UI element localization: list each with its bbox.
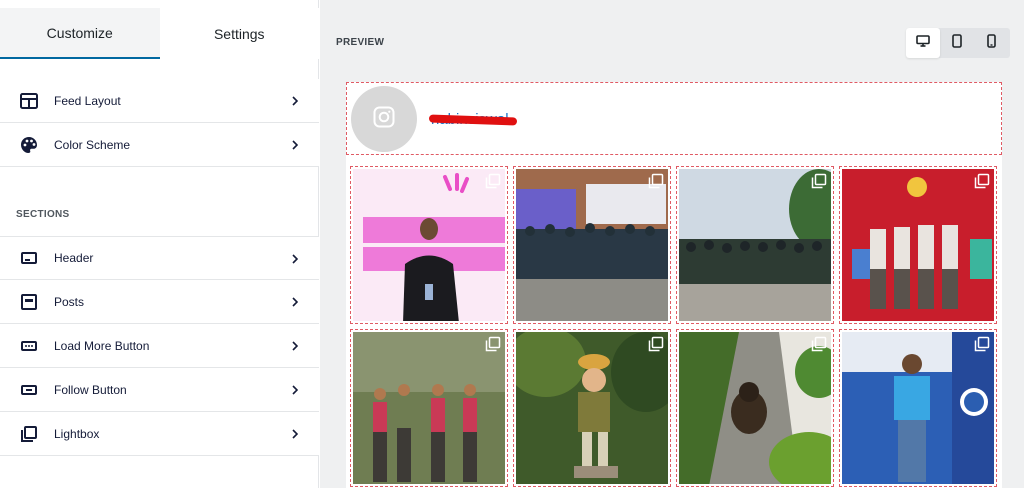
mobile-view-button[interactable] — [974, 28, 1008, 58]
device-toggle — [906, 28, 1010, 58]
chevron-right-icon — [290, 293, 300, 311]
menu-item-posts[interactable]: Posts — [0, 280, 319, 324]
tab-customize[interactable]: Customize — [0, 8, 160, 59]
mobile-icon — [986, 33, 996, 53]
post-image — [842, 332, 994, 484]
multi-image-icon — [485, 173, 501, 189]
multi-image-icon — [485, 336, 501, 352]
chevron-right-icon — [290, 92, 300, 110]
menu-item-lightbox[interactable]: Lightbox — [0, 412, 319, 456]
post-image — [516, 332, 668, 484]
follow-button-icon — [20, 381, 38, 399]
post-image — [353, 332, 505, 484]
feed-header[interactable]: nabinsiswal — [346, 82, 1002, 155]
sidebar-tabs: Customize Settings — [0, 8, 319, 59]
feed-layout-icon — [20, 92, 38, 110]
sections-heading: SECTIONS — [16, 209, 70, 220]
post-tile[interactable] — [350, 329, 508, 487]
multi-image-icon — [974, 173, 990, 189]
post-image — [679, 332, 831, 484]
preview-title: PREVIEW — [336, 37, 385, 48]
multi-image-icon — [974, 336, 990, 352]
multi-image-icon — [811, 336, 827, 352]
palette-icon — [20, 136, 38, 154]
tab-settings[interactable]: Settings — [159, 8, 319, 59]
menu-item-label: Follow Button — [54, 382, 127, 397]
post-tile[interactable] — [676, 166, 834, 324]
posts-grid — [348, 166, 1000, 488]
chevron-right-icon — [290, 425, 300, 443]
lightbox-icon — [20, 425, 38, 443]
desktop-icon — [916, 34, 930, 52]
menu-item-label: Color Scheme — [54, 137, 131, 152]
post-tile[interactable] — [839, 166, 997, 324]
menu-item-load-more-button[interactable]: Load More Button — [0, 324, 319, 368]
posts-icon — [20, 293, 38, 311]
post-image — [679, 169, 831, 321]
chevron-right-icon — [290, 337, 300, 355]
avatar — [351, 86, 417, 152]
post-tile[interactable] — [676, 329, 834, 487]
post-image — [842, 169, 994, 321]
customizer-sidebar: Customize Settings Feed Layout Color Sch… — [0, 0, 319, 488]
app-root: Customize Settings Feed Layout Color Sch… — [0, 0, 1024, 488]
post-image — [353, 169, 505, 321]
multi-image-icon — [648, 336, 664, 352]
chevron-right-icon — [290, 381, 300, 399]
menu-item-header[interactable]: Header — [0, 236, 319, 280]
menu-item-label: Load More Button — [54, 338, 150, 353]
post-image — [516, 169, 668, 321]
chevron-right-icon — [290, 136, 300, 154]
instagram-feed-preview: nabinsiswal — [346, 82, 1002, 488]
desktop-view-button[interactable] — [906, 28, 940, 58]
menu-item-feed-layout[interactable]: Feed Layout — [0, 79, 319, 123]
post-tile[interactable] — [350, 166, 508, 324]
chevron-right-icon — [290, 250, 300, 268]
post-tile[interactable] — [839, 329, 997, 487]
menu-item-color-scheme[interactable]: Color Scheme — [0, 123, 319, 167]
tablet-view-button[interactable] — [940, 28, 974, 58]
menu-item-label: Feed Layout — [54, 93, 121, 108]
header-icon — [20, 250, 38, 268]
tablet-icon — [952, 33, 962, 53]
menu-item-label: Lightbox — [54, 426, 100, 441]
preview-panel: PREVIEW — [320, 0, 1024, 488]
menu-item-follow-button[interactable]: Follow Button — [0, 368, 319, 412]
multi-image-icon — [811, 173, 827, 189]
instagram-icon — [373, 106, 395, 133]
menu-item-label: Posts — [54, 294, 85, 309]
menu-item-label: Header — [54, 251, 94, 265]
post-tile[interactable] — [513, 329, 671, 487]
load-more-icon — [20, 337, 38, 355]
post-tile[interactable] — [513, 166, 671, 324]
multi-image-icon — [648, 173, 664, 189]
